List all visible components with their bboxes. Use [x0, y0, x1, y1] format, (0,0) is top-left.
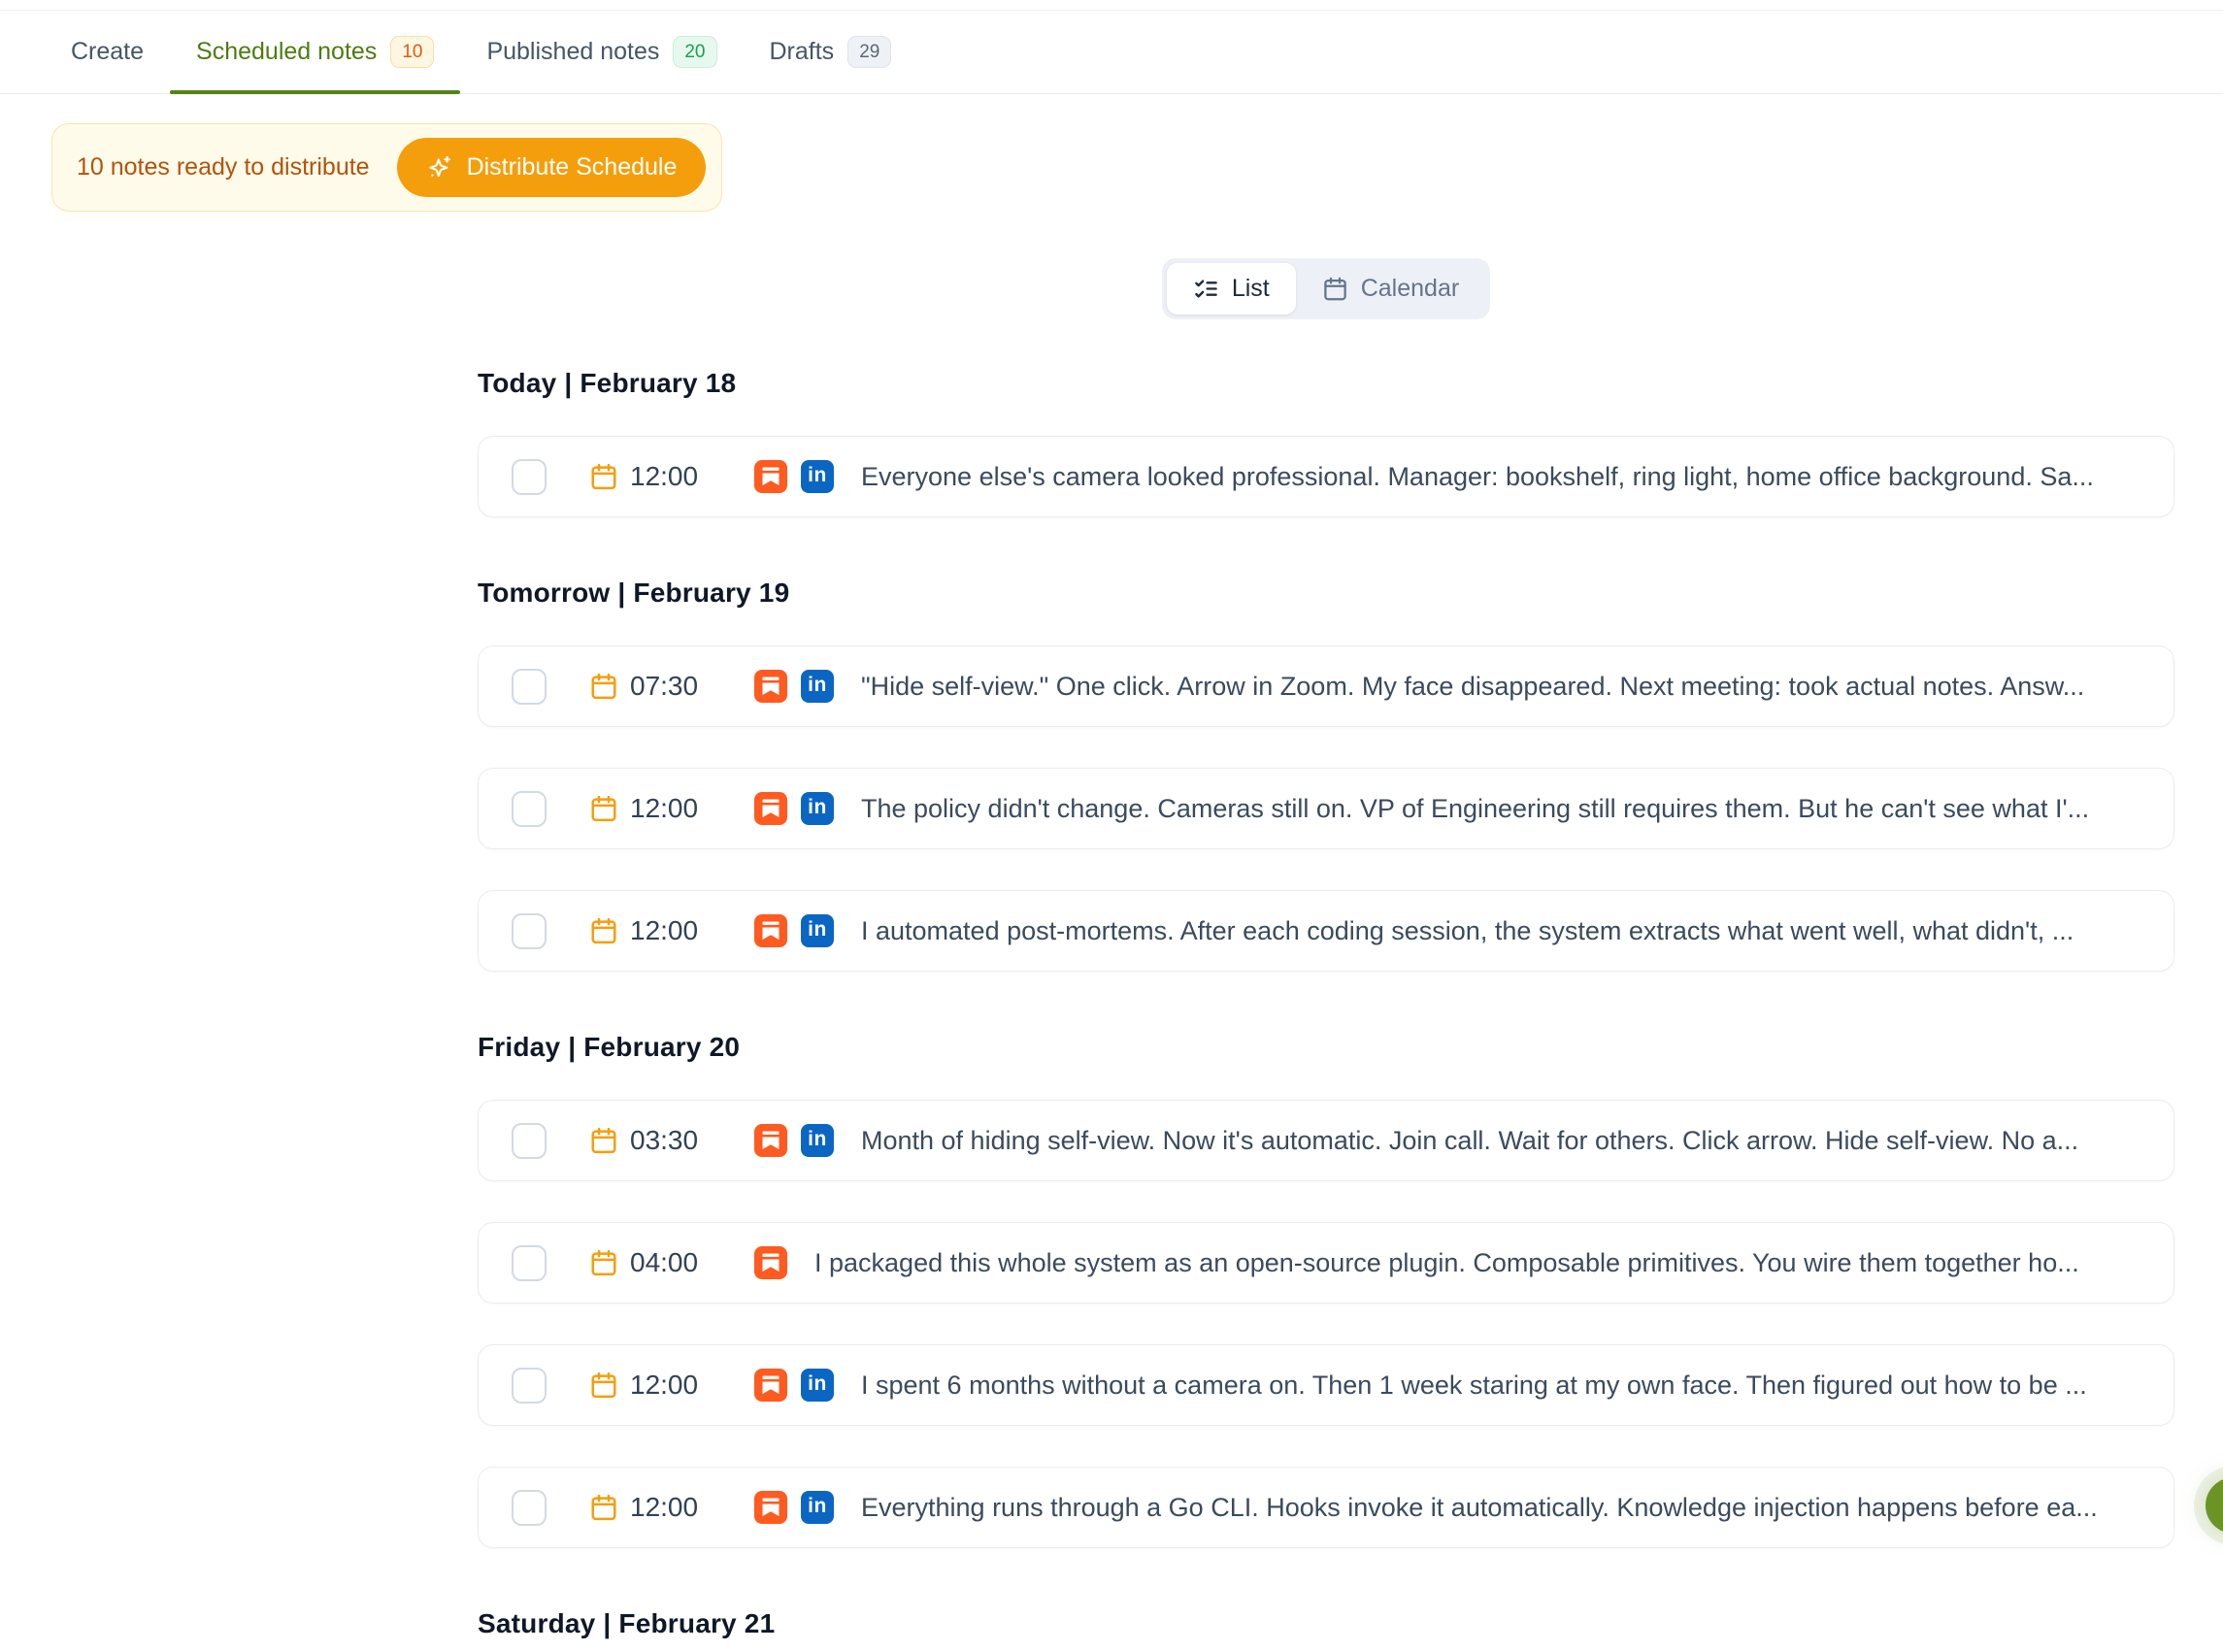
substack-icon [754, 914, 787, 947]
note-row[interactable]: 12:00 in Everyone else's camera looked p… [478, 436, 2174, 517]
note-checkbox[interactable] [512, 1368, 547, 1404]
distribute-banner-message: 10 notes ready to distribute [77, 153, 370, 182]
tab-drafts[interactable]: Drafts 29 [744, 11, 918, 93]
linkedin-icon: in [801, 670, 834, 703]
tab-bar: Create Scheduled notes 10 Published notes 20… [0, 10, 2223, 94]
tab-count-badge: 29 [847, 36, 891, 68]
note-checkbox[interactable] [512, 1123, 547, 1159]
note-text: I spent 6 months without a camera on. Th… [861, 1371, 2144, 1401]
calendar-icon [589, 1248, 618, 1277]
calendar-icon [589, 1371, 618, 1400]
note-text: Everyone else's camera looked profession… [861, 462, 2144, 492]
sparkles-icon [426, 154, 453, 182]
note-time: 12:00 [630, 461, 712, 492]
view-toggle-calendar-label: Calendar [1361, 275, 1459, 303]
linkedin-icon: in [801, 914, 834, 947]
linkedin-icon: in [801, 1491, 834, 1524]
view-toggle-calendar[interactable]: Calendar [1296, 263, 1485, 314]
note-checkbox[interactable] [512, 1245, 547, 1281]
tab-published-notes[interactable]: Published notes 20 [460, 11, 743, 93]
note-text: I packaged this whole system as an open-… [814, 1248, 2144, 1278]
tab-label: Published notes [486, 38, 659, 66]
note-checkbox[interactable] [512, 669, 547, 705]
note-platforms: in [754, 1369, 834, 1402]
date-section-heading: Today | February 18 [478, 368, 2174, 399]
note-checkbox[interactable] [512, 459, 547, 495]
note-time: 12:00 [630, 915, 712, 946]
date-section-heading: Friday | February 20 [478, 1032, 2174, 1063]
note-row[interactable]: 12:00 in I spent 6 months without a came… [478, 1344, 2174, 1426]
distribute-schedule-label: Distribute Schedule [467, 153, 678, 182]
note-row[interactable]: 04:00 I packaged this whole system as an… [478, 1222, 2174, 1304]
tab-create[interactable]: Create [45, 11, 170, 93]
tab-count-badge: 10 [390, 36, 434, 68]
calendar-icon [589, 462, 618, 491]
view-toggle: List Calendar [1162, 258, 1490, 319]
substack-icon [754, 1124, 787, 1157]
note-platforms [754, 1246, 787, 1279]
note-row[interactable]: 12:00 in The policy didn't change. Camer… [478, 768, 2174, 849]
note-time: 12:00 [630, 1492, 712, 1523]
substack-icon [754, 1491, 787, 1524]
note-text: "Hide self-view." One click. Arrow in Zo… [861, 672, 2144, 702]
tab-label: Scheduled notes [196, 38, 377, 66]
note-row[interactable]: 12:00 in I automated post-mortems. After… [478, 890, 2174, 972]
calendar-icon [589, 1493, 618, 1522]
note-time: 12:00 [630, 1370, 712, 1401]
linkedin-icon: in [801, 1124, 834, 1157]
note-text: Everything runs through a Go CLI. Hooks … [861, 1493, 2144, 1523]
note-text: The policy didn't change. Cameras still … [861, 794, 2144, 824]
distribute-schedule-button[interactable]: Distribute Schedule [397, 138, 707, 197]
calendar-icon [589, 794, 618, 823]
tab-label: Drafts [770, 38, 835, 66]
substack-icon [754, 1246, 787, 1279]
substack-icon [754, 460, 787, 493]
tab-scheduled-notes[interactable]: Scheduled notes 10 [170, 11, 460, 93]
calendar-icon [1322, 276, 1348, 302]
date-section-heading: Saturday | February 21 [478, 1608, 2174, 1639]
note-row[interactable]: 12:00 in Everything runs through a Go CL… [478, 1467, 2174, 1548]
substack-icon [754, 792, 787, 825]
note-time: 04:00 [630, 1247, 712, 1278]
note-platforms: in [754, 670, 834, 703]
list-checks-icon [1193, 276, 1219, 302]
note-row[interactable]: 03:30 in Month of hiding self-view. Now … [478, 1100, 2174, 1181]
note-checkbox[interactable] [512, 913, 547, 949]
scheduled-notes-list: List Calendar Today | February 18 12:00 [478, 212, 2174, 1639]
linkedin-icon: in [801, 1369, 834, 1402]
date-section: Saturday | February 21 [478, 1608, 2174, 1639]
substack-icon [754, 670, 787, 703]
linkedin-icon: in [801, 792, 834, 825]
date-section: Friday | February 20 03:30 in Month of h… [478, 1032, 2174, 1548]
floating-widget-button[interactable] [2206, 1477, 2223, 1534]
calendar-icon [589, 916, 618, 945]
note-checkbox[interactable] [512, 791, 547, 827]
note-row[interactable]: 07:30 in "Hide self-view." One click. Ar… [478, 645, 2174, 727]
note-platforms: in [754, 914, 834, 947]
linkedin-icon: in [801, 460, 834, 493]
date-section: Today | February 18 12:00 in Everyone el… [478, 368, 2174, 517]
note-text: I automated post-mortems. After each cod… [861, 916, 2144, 946]
tab-label: Create [71, 38, 144, 66]
note-platforms: in [754, 1491, 834, 1524]
note-time: 12:00 [630, 793, 712, 824]
view-toggle-list[interactable]: List [1167, 263, 1296, 314]
date-section-heading: Tomorrow | February 19 [478, 578, 2174, 609]
note-time: 07:30 [630, 671, 712, 702]
note-platforms: in [754, 460, 834, 493]
note-checkbox[interactable] [512, 1490, 547, 1526]
note-platforms: in [754, 1124, 834, 1157]
substack-icon [754, 1369, 787, 1402]
distribute-banner: 10 notes ready to distribute Distribute … [51, 123, 722, 212]
note-text: Month of hiding self-view. Now it's auto… [861, 1126, 2144, 1156]
date-section: Tomorrow | February 19 07:30 in "Hide se… [478, 578, 2174, 972]
calendar-icon [589, 1126, 618, 1155]
tab-count-badge: 20 [673, 36, 716, 68]
tab-bar-tabs: Create Scheduled notes 10 Published notes 20… [45, 11, 917, 93]
note-time: 03:30 [630, 1125, 712, 1156]
calendar-icon [589, 672, 618, 701]
view-toggle-list-label: List [1232, 275, 1270, 303]
note-platforms: in [754, 792, 834, 825]
